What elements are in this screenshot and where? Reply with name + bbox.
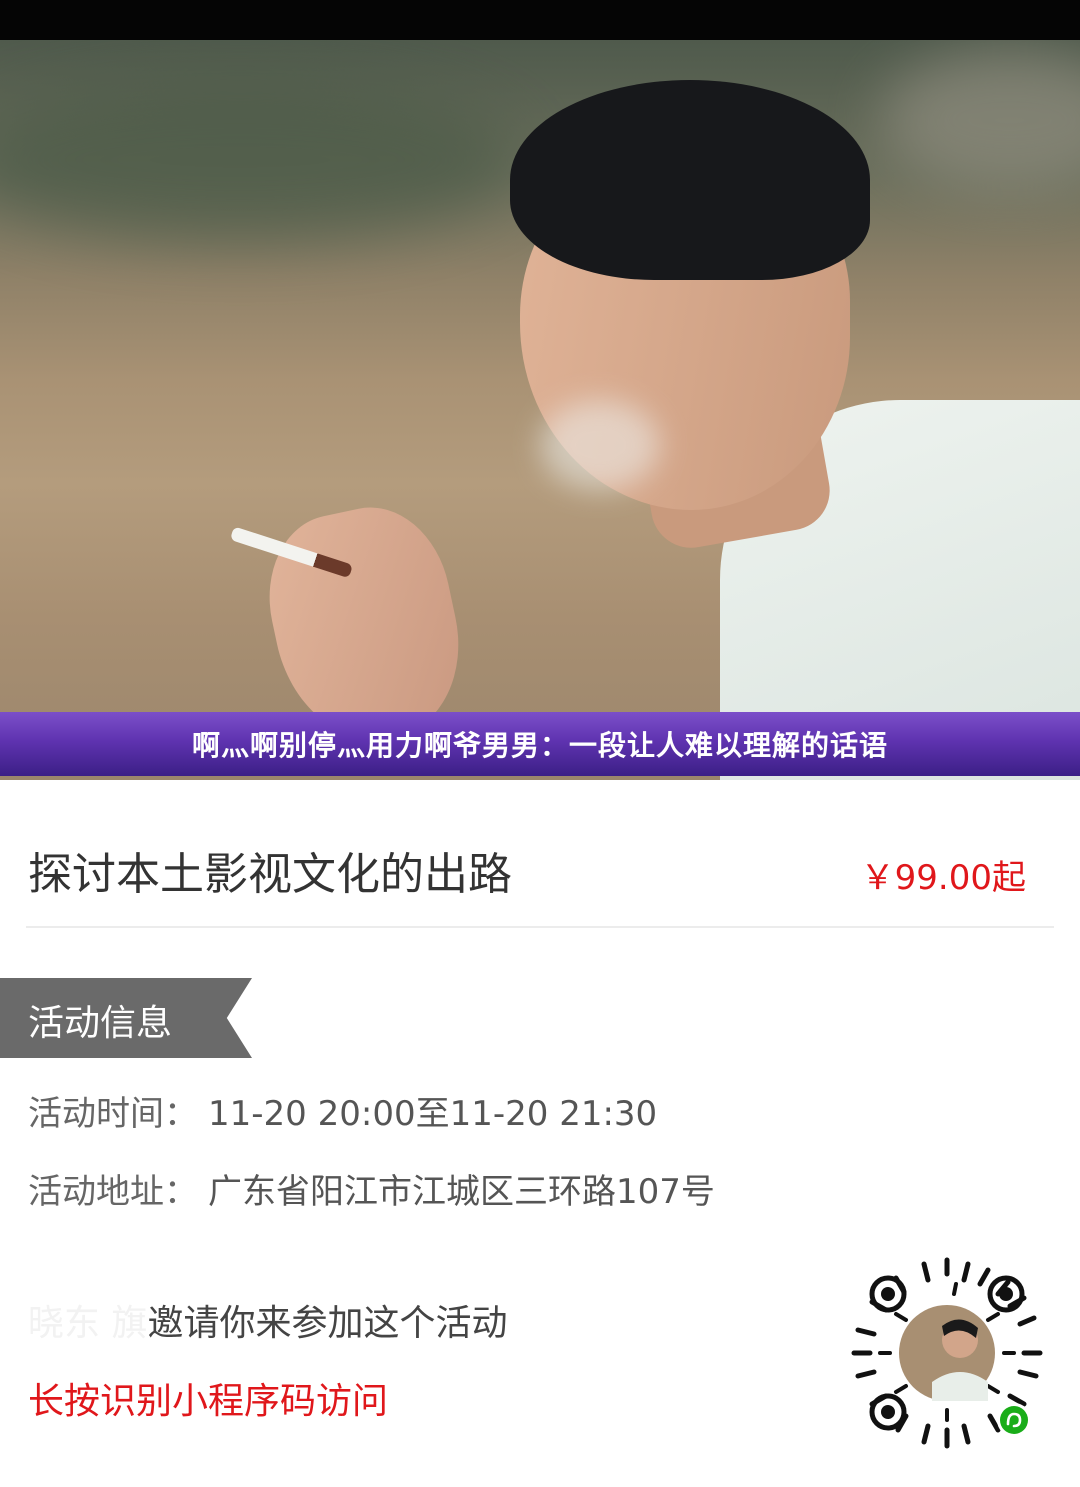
inviter-name: 晓东 旗: [28, 1303, 148, 1344]
top-black-bar: [0, 0, 1080, 40]
background-building: [880, 50, 1080, 190]
scan-hint: 长按识别小程序码访问: [28, 1381, 389, 1422]
event-address-row: 活动地址： 广东省阳江市江城区三环路107号: [28, 1164, 715, 1213]
event-time-key: 活动时间：: [28, 1094, 198, 1134]
hero-photo: [0, 40, 1080, 780]
hair-shape: [510, 80, 870, 280]
event-title: 探讨本土影视文化的出路: [28, 849, 512, 900]
section-tag-label: 活动信息: [28, 1003, 173, 1044]
background-foliage: [0, 80, 520, 240]
divider: [26, 926, 1054, 928]
event-time-value: 11-20 20:00至11-20 21:30: [208, 1094, 658, 1134]
invite-text: 邀请你来参加这个活动: [147, 1303, 508, 1344]
title-banner: 啊灬啊别停灬用力啊爷男男：一段让人难以理解的话语: [0, 712, 1080, 776]
mini-program-code-icon[interactable]: [848, 1254, 1046, 1452]
invite-line: 晓东 旗邀请你来参加这个活动: [28, 1294, 507, 1346]
event-time-row: 活动时间： 11-20 20:00至11-20 21:30: [28, 1086, 657, 1135]
event-address-key: 活动地址：: [28, 1172, 198, 1212]
section-tag: 活动信息: [0, 978, 252, 1058]
event-price: ￥99.00起: [860, 858, 1026, 898]
event-address-value: 广东省阳江市江城区三环路107号: [208, 1172, 715, 1212]
smoke-shape: [540, 400, 660, 490]
banner-title: 啊灬啊别停灬用力啊爷男男：一段让人难以理解的话语: [191, 729, 888, 762]
